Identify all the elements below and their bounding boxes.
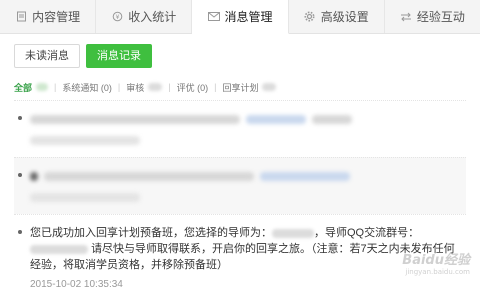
list-item[interactable] [14, 100, 466, 157]
filter-plan-label: 回享计划 [222, 81, 258, 94]
tab-label: 经验互动 [417, 8, 465, 25]
tab-income-stats[interactable]: ¥ 收入统计 [96, 0, 192, 33]
message-body: 您已成功加入回享计划预备班，您选择的导师为： ，导师QQ交流群号： 请尽快与导师取… [30, 225, 458, 273]
list-item[interactable]: 您已成功加入回享计划预备班，您选择的导师为： ，导师QQ交流群号： 请尽快与导师取… [14, 214, 466, 300]
main-tabs: 内容管理 ¥ 收入统计 消息管理 高级设置 经验互动 [0, 0, 480, 34]
exchange-arrows-icon [400, 12, 412, 22]
tab-message-management[interactable]: 消息管理 [192, 0, 288, 34]
message-timestamp: 2015-10-02 10:35:34 [30, 279, 458, 290]
redacted-mentor-name [272, 229, 314, 238]
redacted-timestamp [30, 136, 140, 145]
tab-experience-interaction[interactable]: 经验互动 [385, 0, 480, 33]
divider: | [54, 82, 56, 92]
redacted-qq-group [30, 245, 88, 254]
message-text-suffix: 请尽快与导师取得联系，开启你的回享之旅。（注意：若7天之内未发布任何经验，将取消… [30, 243, 455, 271]
divider: | [168, 82, 170, 92]
filter-review[interactable]: 审核 [126, 81, 162, 94]
envelope-icon [208, 12, 220, 22]
tab-label: 收入统计 [128, 8, 176, 25]
redacted-message-text [30, 111, 458, 128]
document-icon [15, 12, 27, 22]
redacted-count [36, 83, 48, 91]
redacted-count [262, 83, 276, 91]
filter-all[interactable]: 全部 [14, 81, 48, 94]
divider: | [214, 82, 216, 92]
coins-icon: ¥ [111, 12, 123, 22]
baidu-jingyan-watermark: Baidu经验 jingyan.baidu.com [402, 249, 470, 276]
filter-rating[interactable]: 评优 (0) [177, 81, 209, 94]
redacted-timestamp [30, 193, 140, 202]
filter-share-plan[interactable]: 回享计划 [222, 81, 276, 94]
bullet-dot [18, 230, 22, 234]
filter-system-notice[interactable]: 系统通知 (0) [62, 81, 112, 94]
list-item[interactable] [14, 157, 466, 214]
divider: | [118, 82, 120, 92]
message-text-prefix: 您已成功加入回享计划预备班，您选择的导师为： [30, 227, 272, 239]
gear-icon [304, 12, 316, 22]
tab-label: 高级设置 [321, 8, 369, 25]
unread-messages-button[interactable]: 未读消息 [14, 44, 80, 68]
tab-advanced-settings[interactable]: 高级设置 [289, 0, 385, 33]
tab-label: 内容管理 [32, 8, 80, 25]
redacted-count [148, 83, 162, 91]
filter-review-label: 审核 [126, 81, 144, 94]
redacted-message-text [30, 168, 458, 185]
tab-label: 消息管理 [225, 8, 273, 25]
message-text-mid: ，导师QQ交流群号： [314, 227, 419, 239]
bullet-dot [18, 173, 22, 177]
filter-all-label: 全部 [14, 81, 32, 94]
bullet-dot [18, 116, 22, 120]
svg-text:¥: ¥ [115, 14, 119, 21]
message-subtabs: 未读消息 消息记录 [0, 34, 480, 70]
tab-content-management[interactable]: 内容管理 [0, 0, 96, 33]
message-filter-bar: 全部 | 系统通知 (0) | 审核 | 评优 (0) | 回享计划 [0, 80, 480, 94]
message-history-button[interactable]: 消息记录 [86, 44, 152, 68]
